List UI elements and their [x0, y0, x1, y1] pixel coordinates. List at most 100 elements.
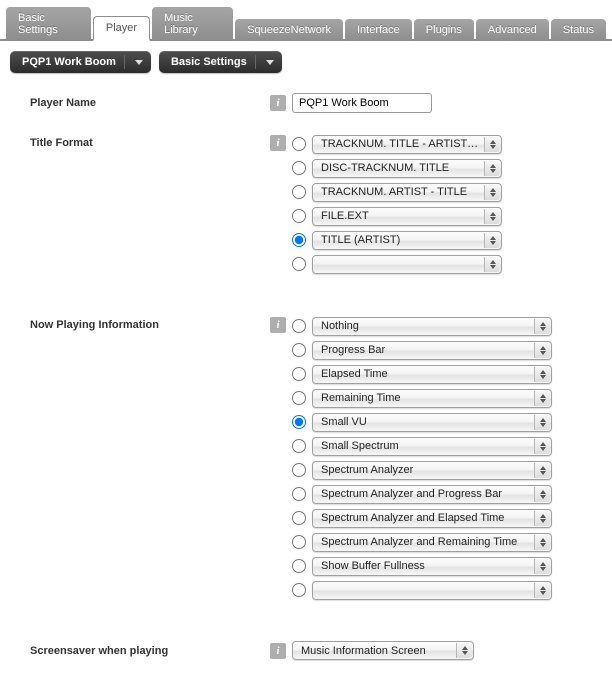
- now-playing-option: Progress Bar: [292, 339, 552, 361]
- now-playing-option: Small Spectrum: [292, 435, 552, 457]
- now-playing-option: Spectrum Analyzer and Progress Bar: [292, 483, 552, 505]
- title-format-option: TITLE (ARTIST): [292, 229, 502, 251]
- title-format-select[interactable]: TRACKNUM. TITLE - ARTIST - ALBUM: [312, 135, 502, 154]
- title-format-select-value: FILE.EXT: [321, 210, 369, 222]
- select-arrows-icon: [534, 367, 550, 382]
- title-format-select[interactable]: TITLE (ARTIST): [312, 231, 502, 250]
- section-selector-label: Basic Settings: [171, 56, 247, 68]
- title-format-option-list: TRACKNUM. TITLE - ARTIST - ALBUM DISC-TRA…: [292, 133, 502, 275]
- player-name-input[interactable]: [292, 93, 432, 113]
- screensaver-label: Screensaver when playing: [30, 641, 270, 657]
- select-arrows-icon: [484, 209, 500, 224]
- tab-music-library[interactable]: Music Library: [152, 7, 233, 41]
- now-playing-select-value: Spectrum Analyzer: [321, 464, 413, 476]
- title-format-select[interactable]: DISC-TRACKNUM. TITLE: [312, 159, 502, 178]
- chevron-down-icon: [135, 60, 143, 65]
- now-playing-select-value: Small VU: [321, 416, 367, 428]
- now-playing-select-value: Show Buffer Fullness: [321, 560, 425, 572]
- title-format-option: FILE.EXT: [292, 205, 502, 227]
- now-playing-select[interactable]: Spectrum Analyzer and Remaining Time: [312, 533, 552, 552]
- tab-advanced[interactable]: Advanced: [476, 19, 549, 41]
- now-playing-radio[interactable]: [292, 343, 306, 357]
- now-playing-select-value: Nothing: [321, 320, 359, 332]
- now-playing-select[interactable]: Progress Bar: [312, 341, 552, 360]
- title-format-radio[interactable]: [292, 209, 306, 223]
- now-playing-select-value: Elapsed Time: [321, 368, 388, 380]
- now-playing-radio[interactable]: [292, 463, 306, 477]
- title-format-radio[interactable]: [292, 161, 306, 175]
- title-format-select[interactable]: TRACKNUM. ARTIST - TITLE: [312, 183, 502, 202]
- now-playing-option: Spectrum Analyzer and Elapsed Time: [292, 507, 552, 529]
- title-format-option: DISC-TRACKNUM. TITLE: [292, 157, 502, 179]
- now-playing-option: Remaining Time: [292, 387, 552, 409]
- tab-plugins[interactable]: Plugins: [414, 19, 474, 41]
- select-arrows-icon: [456, 643, 472, 658]
- select-arrows-icon: [484, 161, 500, 176]
- select-arrows-icon: [534, 343, 550, 358]
- select-arrows-icon: [534, 415, 550, 430]
- screensaver-select[interactable]: Music Information Screen: [292, 641, 474, 660]
- select-arrows-icon: [534, 535, 550, 550]
- now-playing-select[interactable]: Small VU: [312, 413, 552, 432]
- tab-player[interactable]: Player: [93, 16, 150, 41]
- now-playing-option: Elapsed Time: [292, 363, 552, 385]
- select-arrows-icon: [534, 583, 550, 598]
- tab-basic-settings[interactable]: Basic Settings: [6, 7, 91, 41]
- now-playing-select-value: Spectrum Analyzer and Elapsed Time: [321, 512, 504, 524]
- title-format-select-value: TRACKNUM. ARTIST - TITLE: [321, 186, 467, 198]
- now-playing-radio[interactable]: [292, 319, 306, 333]
- title-format-select[interactable]: [312, 255, 502, 274]
- now-playing-radio[interactable]: [292, 535, 306, 549]
- select-arrows-icon: [484, 233, 500, 248]
- now-playing-radio[interactable]: [292, 439, 306, 453]
- title-format-radio[interactable]: [292, 137, 306, 151]
- now-playing-select[interactable]: Spectrum Analyzer and Elapsed Time: [312, 509, 552, 528]
- now-playing-select[interactable]: Show Buffer Fullness: [312, 557, 552, 576]
- now-playing-select[interactable]: Remaining Time: [312, 389, 552, 408]
- title-format-select-value: DISC-TRACKNUM. TITLE: [321, 162, 449, 174]
- select-arrows-icon: [534, 439, 550, 454]
- select-arrows-icon: [484, 185, 500, 200]
- now-playing-option: Spectrum Analyzer: [292, 459, 552, 481]
- divider: [124, 55, 125, 69]
- tab-interface[interactable]: Interface: [345, 19, 412, 41]
- now-playing-select[interactable]: Spectrum Analyzer and Progress Bar: [312, 485, 552, 504]
- title-format-select[interactable]: FILE.EXT: [312, 207, 502, 226]
- now-playing-row: Now Playing Information i NothingProgres…: [30, 315, 592, 601]
- now-playing-radio[interactable]: [292, 559, 306, 573]
- now-playing-select-value: Progress Bar: [321, 344, 385, 356]
- info-icon[interactable]: i: [270, 135, 286, 151]
- now-playing-select[interactable]: Elapsed Time: [312, 365, 552, 384]
- now-playing-radio[interactable]: [292, 367, 306, 381]
- title-format-select-value: TITLE (ARTIST): [321, 234, 400, 246]
- tab-status[interactable]: Status: [551, 19, 606, 41]
- title-format-row: Title Format i TRACKNUM. TITLE - ARTIST …: [30, 133, 592, 275]
- tab-squeezenetwork[interactable]: SqueezeNetwork: [235, 19, 343, 41]
- select-arrows-icon: [484, 257, 500, 272]
- now-playing-select[interactable]: Spectrum Analyzer: [312, 461, 552, 480]
- select-arrows-icon: [534, 463, 550, 478]
- info-icon[interactable]: i: [270, 317, 286, 333]
- now-playing-radio[interactable]: [292, 487, 306, 501]
- now-playing-select[interactable]: Nothing: [312, 317, 552, 336]
- info-icon[interactable]: i: [270, 95, 286, 111]
- now-playing-option: Spectrum Analyzer and Remaining Time: [292, 531, 552, 553]
- section-selector-pill[interactable]: Basic Settings: [159, 51, 282, 73]
- settings-content: Player Name i Title Format i TRACKNUM. T…: [0, 83, 612, 690]
- title-format-radio[interactable]: [292, 233, 306, 247]
- now-playing-select-value: Spectrum Analyzer and Progress Bar: [321, 488, 502, 500]
- title-format-option: TRACKNUM. ARTIST - TITLE: [292, 181, 502, 203]
- player-selector-pill[interactable]: PQP1 Work Boom: [10, 51, 151, 73]
- top-tabbar: Basic SettingsPlayerMusic LibrarySqueeze…: [0, 0, 612, 41]
- title-format-radio[interactable]: [292, 257, 306, 271]
- info-icon[interactable]: i: [270, 643, 286, 659]
- now-playing-radio[interactable]: [292, 391, 306, 405]
- title-format-radio[interactable]: [292, 185, 306, 199]
- now-playing-select[interactable]: Small Spectrum: [312, 437, 552, 456]
- now-playing-radio[interactable]: [292, 583, 306, 597]
- player-selector-label: PQP1 Work Boom: [22, 56, 116, 68]
- divider: [255, 55, 256, 69]
- now-playing-radio[interactable]: [292, 511, 306, 525]
- title-format-select-value: TRACKNUM. TITLE - ARTIST - ALBUM: [321, 138, 479, 150]
- now-playing-radio[interactable]: [292, 415, 306, 429]
